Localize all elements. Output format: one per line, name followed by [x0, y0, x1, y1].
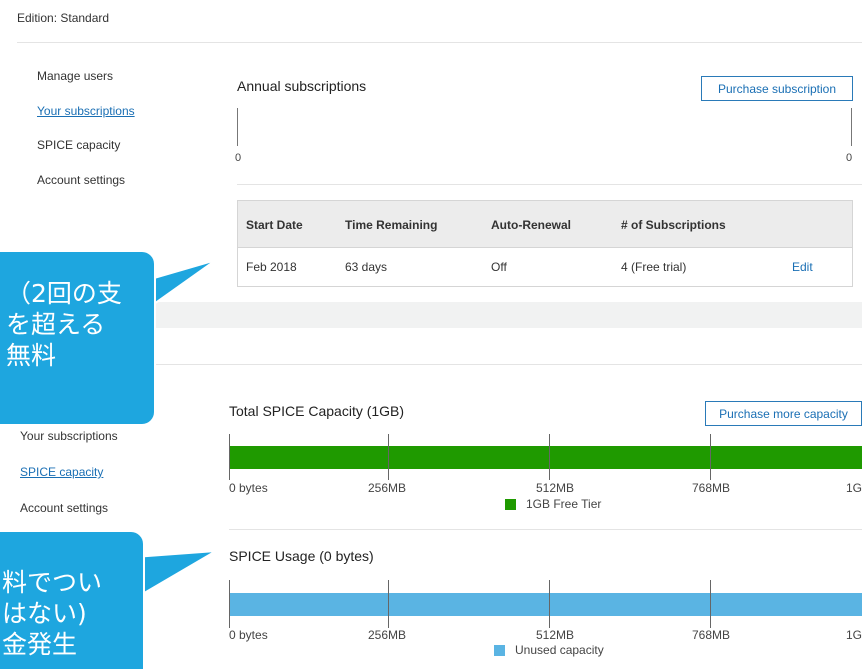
nav-spice-capacity[interactable]: SPICE capacity — [37, 138, 120, 152]
legend-label: Unused capacity — [515, 643, 604, 657]
divider — [237, 184, 862, 185]
nav-your-subscriptions[interactable]: Your subscriptions — [20, 429, 118, 443]
axis-max-label: 0 — [846, 152, 853, 164]
legend-swatch — [494, 644, 505, 656]
axis-start-line — [237, 108, 238, 146]
usage-tick-label: 1G — [846, 628, 862, 642]
spice-usage-title: SPICE Usage (0 bytes) — [229, 548, 374, 564]
nav-account-settings[interactable]: Account settings — [20, 501, 108, 515]
callout-top-line: 無料 — [6, 341, 57, 370]
callout-tail — [153, 259, 217, 306]
callout-bottom-line: 金発生 — [2, 630, 78, 659]
usage-bar — [229, 593, 862, 616]
axis-end-line — [851, 108, 852, 146]
callout-top-line: （2回の支 — [6, 279, 122, 308]
callout-bottom-line: はない) — [2, 599, 87, 628]
capacity-tick — [710, 434, 711, 480]
edit-subscription-link[interactable]: Edit — [792, 260, 813, 274]
divider — [229, 529, 862, 530]
cell-start-date: Feb 2018 — [246, 260, 297, 274]
cell-time-remaining: 63 days — [345, 260, 388, 274]
callout-bottom-line: 料でつい — [2, 568, 103, 597]
usage-tick-label: 512MB — [536, 628, 575, 642]
usage-tick-label: 256MB — [368, 628, 407, 642]
usage-tick-label: 768MB — [692, 628, 731, 642]
capacity-tick-label: 256MB — [368, 481, 407, 495]
header-subscriptions-count: # of Subscriptions — [621, 218, 726, 232]
annual-subscriptions-title: Annual subscriptions — [237, 78, 367, 94]
capacity-legend: 1GB Free Tier — [505, 497, 601, 511]
usage-tick — [388, 580, 389, 628]
header-time-remaining: Time Remaining — [345, 218, 438, 232]
callout-top-line: を超える — [6, 310, 106, 339]
capacity-tick — [388, 434, 389, 480]
usage-tick — [710, 580, 711, 628]
total-capacity-title: Total SPICE Capacity (1GB) — [229, 403, 405, 419]
header-auto-renewal: Auto-Renewal — [491, 218, 572, 232]
purchase-capacity-button[interactable]: Purchase more capacity — [705, 401, 862, 426]
usage-tick — [229, 580, 230, 628]
callout-top: （2回の支 を超える 無料 — [0, 250, 156, 426]
cell-subscriptions-count: 4 (Free trial) — [621, 260, 687, 274]
usage-legend: Unused capacity — [494, 643, 604, 657]
header-start-date: Start Date — [246, 218, 303, 232]
subscriptions-table: Start Date Time Remaining Auto-Renewal #… — [237, 200, 853, 287]
legend-swatch — [505, 498, 516, 510]
cell-auto-renewal: Off — [491, 260, 507, 274]
axis-min-label: 0 — [235, 152, 242, 164]
capacity-tick — [229, 434, 230, 480]
capacity-tick — [549, 434, 550, 480]
nav-account-settings[interactable]: Account settings — [37, 173, 125, 187]
usage-tick — [549, 580, 550, 628]
capacity-tick-label: 1G — [846, 481, 862, 495]
edition-label: Edition: Standard — [17, 11, 110, 25]
capacity-tick-label: 768MB — [692, 481, 731, 495]
legend-label: 1GB Free Tier — [526, 497, 602, 511]
capacity-tick-label: 0 bytes — [229, 481, 268, 495]
divider — [17, 42, 862, 43]
capacity-tick-label: 512MB — [536, 481, 575, 495]
capacity-bar — [229, 446, 862, 469]
usage-tick-label: 0 bytes — [229, 628, 268, 642]
nav-manage-users[interactable]: Manage users — [37, 69, 113, 83]
purchase-subscription-button[interactable]: Purchase subscription — [701, 76, 853, 101]
callout-bottom: 料でつい はない) 金発生 — [0, 530, 145, 669]
nav-your-subscriptions[interactable]: Your subscriptions — [37, 104, 135, 118]
nav-spice-capacity[interactable]: SPICE capacity — [20, 465, 103, 479]
